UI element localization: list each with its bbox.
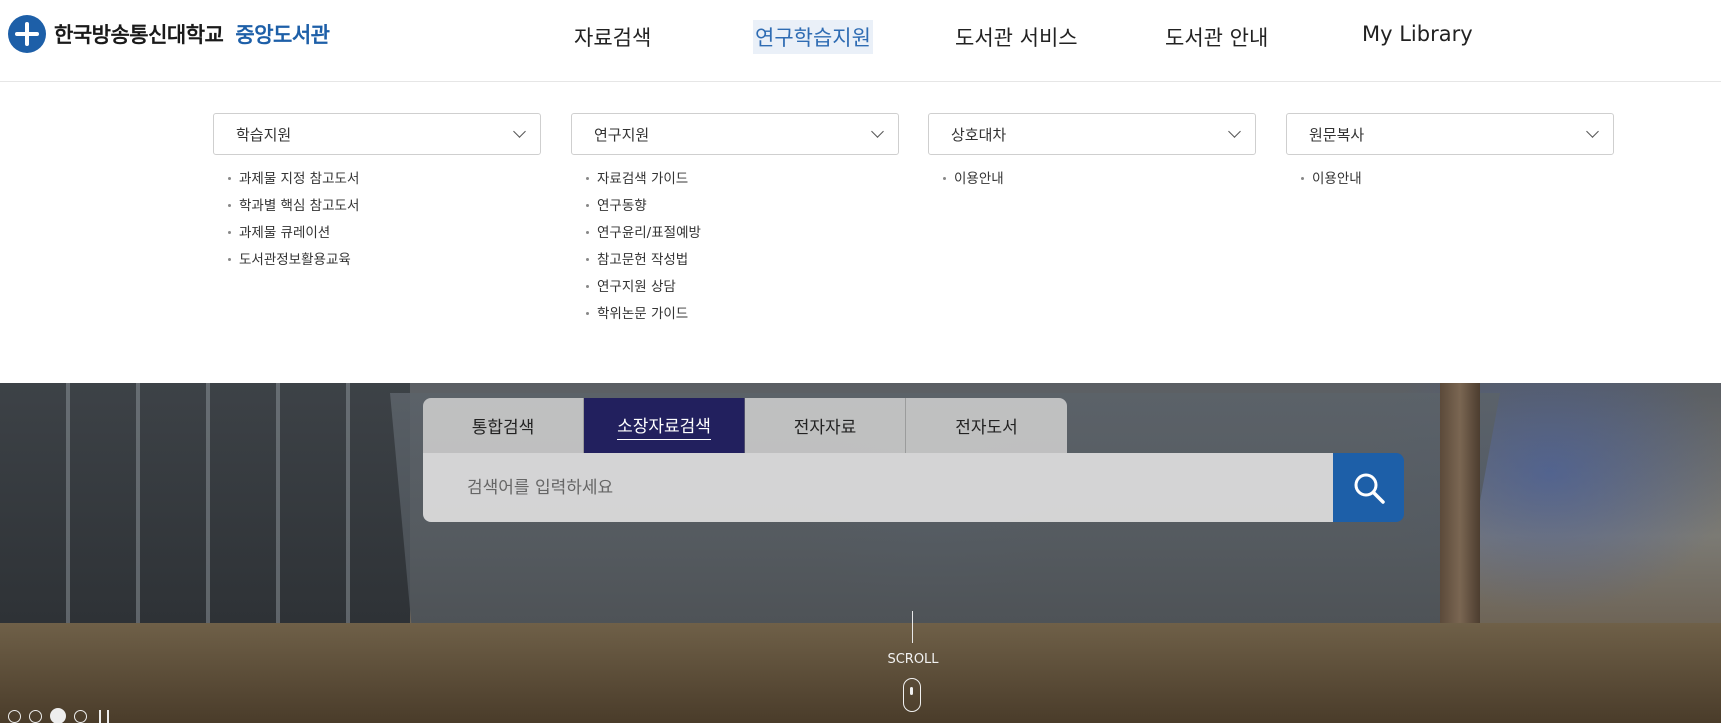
tab-label: 소장자료검색: [617, 412, 711, 440]
hero-building-image: [0, 383, 410, 623]
mega-column-interlibrary-loan: 상호대차 이용안내: [928, 113, 1256, 197]
mega-column-header[interactable]: 연구지원: [571, 113, 899, 155]
search-tabs: 통합검색 소장자료검색 전자자료 전자도서: [423, 398, 1067, 453]
pause-icon[interactable]: [99, 709, 109, 723]
mega-column-title: 연구지원: [594, 125, 650, 144]
tab-label: 전자자료: [793, 418, 857, 438]
slider-dot[interactable]: [29, 709, 42, 723]
tab-label: 전자도서: [955, 418, 1018, 438]
slider-dot-active[interactable]: [50, 708, 66, 723]
tab-ebooks[interactable]: 전자도서: [906, 398, 1067, 453]
mega-sub-list: 이용안내: [928, 170, 1256, 197]
mega-sub-item[interactable]: 이용안내: [1300, 170, 1614, 197]
chevron-down-icon: [1586, 125, 1599, 138]
mega-column-title: 원문복사: [1309, 125, 1365, 144]
mega-column-header[interactable]: 학습지원: [213, 113, 541, 155]
tab-label: 통합검색: [471, 418, 535, 438]
nav-item-search[interactable]: 자료검색: [572, 20, 653, 54]
mega-menu: 학습지원 과제물 지정 참고도서 학과별 핵심 참고도서 과제물 큐레이션 도서…: [0, 83, 1721, 383]
mega-column-title: 상호대차: [951, 125, 1007, 144]
search-input[interactable]: [467, 477, 1287, 498]
mouse-scroll-icon[interactable]: [903, 678, 921, 712]
mega-sub-item[interactable]: 도서관정보활용교육: [227, 251, 541, 278]
tab-integrated-search[interactable]: 통합검색: [423, 398, 584, 453]
mega-sub-item[interactable]: 참고문헌 작성법: [585, 251, 899, 278]
chevron-down-icon: [1228, 125, 1241, 138]
nav-item-research-support[interactable]: 연구학습지원: [753, 20, 873, 54]
mega-sub-item[interactable]: 연구동향: [585, 197, 899, 224]
mega-column-header[interactable]: 원문복사: [1286, 113, 1614, 155]
mega-column-research: 연구지원 자료검색 가이드 연구동향 연구윤리/표절예방 참고문헌 작성법 연구…: [571, 113, 899, 332]
site-header: 한국방송통신대학교 중앙도서관 자료검색 연구학습지원 도서관 서비스 도서관 …: [0, 0, 1721, 82]
chevron-down-icon: [871, 125, 884, 138]
mega-sub-item[interactable]: 자료검색 가이드: [585, 170, 899, 197]
mega-sub-item[interactable]: 학과별 핵심 참고도서: [227, 197, 541, 224]
mega-sub-item[interactable]: 학위논문 가이드: [585, 305, 899, 332]
search-box: [423, 453, 1333, 522]
chevron-down-icon: [513, 125, 526, 138]
scroll-indicator-line: [912, 611, 913, 643]
mega-sub-list: 자료검색 가이드 연구동향 연구윤리/표절예방 참고문헌 작성법 연구지원 상담…: [571, 170, 899, 332]
mega-sub-item[interactable]: 연구지원 상담: [585, 278, 899, 305]
mega-column-title: 학습지원: [236, 125, 292, 144]
mega-column-header[interactable]: 상호대차: [928, 113, 1256, 155]
main-nav: 자료검색 연구학습지원 도서관 서비스 도서관 안내 My Library: [0, 20, 1721, 56]
slider-pager: [8, 708, 109, 723]
mega-sub-item[interactable]: 연구윤리/표절예방: [585, 224, 899, 251]
mega-sub-item[interactable]: 과제물 큐레이션: [227, 224, 541, 251]
tab-holdings-search[interactable]: 소장자료검색: [584, 398, 745, 453]
hero-tree-image: [1440, 383, 1480, 643]
nav-item-library-services[interactable]: 도서관 서비스: [953, 20, 1080, 54]
nav-item-library-info[interactable]: 도서관 안내: [1163, 20, 1270, 54]
mega-sub-list: 이용안내: [1286, 170, 1614, 197]
mega-column-document-copy: 원문복사 이용안내: [1286, 113, 1614, 197]
slider-dot[interactable]: [8, 709, 21, 723]
search-icon: [1354, 473, 1385, 504]
tab-electronic-resources[interactable]: 전자자료: [745, 398, 906, 453]
mega-sub-item[interactable]: 과제물 지정 참고도서: [227, 170, 541, 197]
mega-sub-item[interactable]: 이용안내: [942, 170, 1256, 197]
scroll-label: SCROLL: [887, 652, 939, 667]
search-button[interactable]: [1333, 453, 1404, 522]
mega-column-learning: 학습지원 과제물 지정 참고도서 학과별 핵심 참고도서 과제물 큐레이션 도서…: [213, 113, 541, 278]
nav-item-my-library[interactable]: My Library: [1360, 20, 1475, 48]
hero-ground-image: [0, 623, 1721, 723]
mega-sub-list: 과제물 지정 참고도서 학과별 핵심 참고도서 과제물 큐레이션 도서관정보활용…: [213, 170, 541, 278]
slider-dot[interactable]: [74, 709, 87, 723]
